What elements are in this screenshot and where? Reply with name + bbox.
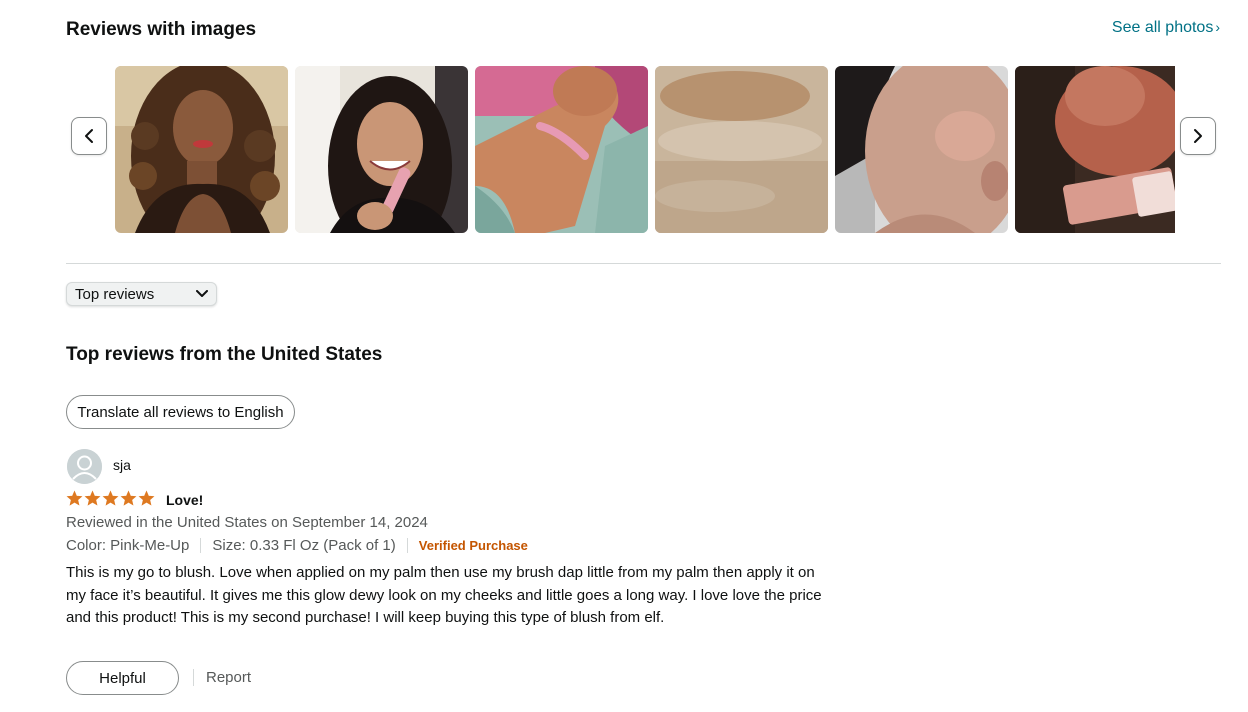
sort-reviews-dropdown[interactable]: Top reviews xyxy=(66,282,217,306)
meta-separator xyxy=(406,538,408,553)
chevron-right-icon xyxy=(1194,129,1202,143)
star-icon xyxy=(66,490,83,506)
reviews-section-title: Top reviews from the United States xyxy=(66,344,383,365)
action-separator xyxy=(193,669,194,686)
review-body: This is my go to blush. Love when applie… xyxy=(66,564,822,626)
translate-reviews-button[interactable]: Translate all reviews to English xyxy=(66,395,295,429)
chevron-left-icon xyxy=(85,129,93,143)
chevron-down-icon xyxy=(196,290,208,297)
review-title[interactable]: Love! xyxy=(166,492,203,508)
review-image-carousel xyxy=(115,66,1175,233)
star-rating[interactable] xyxy=(66,490,155,507)
helpful-button[interactable]: Helpful xyxy=(66,661,179,695)
user-avatar-icon xyxy=(67,449,102,484)
review-size-variant: Size: 0.33 Fl Oz (Pack of 1) xyxy=(212,537,396,554)
review-color-variant[interactable]: Color: Pink-Me-Up xyxy=(66,537,189,554)
see-all-photos-label: See all photos xyxy=(1111,19,1214,36)
carousel-prev-button[interactable] xyxy=(71,117,107,155)
review-photo-3[interactable] xyxy=(475,66,648,233)
see-all-photos-link[interactable]: See all photos › xyxy=(1112,19,1220,37)
star-icon xyxy=(102,490,119,506)
carousel-next-button[interactable] xyxy=(1180,117,1216,155)
chevron-right-small-icon: › xyxy=(1215,19,1220,35)
star-icon xyxy=(84,490,101,506)
avatar xyxy=(67,449,102,484)
review-date: Reviewed in the United States on Septemb… xyxy=(66,514,428,531)
report-link[interactable]: Report xyxy=(206,669,251,686)
review-photo-1[interactable] xyxy=(115,66,288,233)
gallery-title: Reviews with images xyxy=(66,19,257,40)
verified-purchase-badge: Verified Purchase xyxy=(418,538,528,553)
star-icon xyxy=(138,490,155,506)
review-photo-4[interactable] xyxy=(655,66,828,233)
review-photo-5[interactable] xyxy=(835,66,1008,233)
section-divider xyxy=(66,263,1221,264)
sort-selected-value: Top reviews xyxy=(75,285,155,303)
meta-separator xyxy=(200,538,202,553)
review-photo-6[interactable] xyxy=(1015,66,1175,233)
reviewer-name[interactable]: sja xyxy=(113,457,131,473)
star-icon xyxy=(120,490,137,506)
review-meta: Color: Pink-Me-Up Size: 0.33 Fl Oz (Pack… xyxy=(66,537,528,554)
review-photo-2[interactable] xyxy=(295,66,468,233)
